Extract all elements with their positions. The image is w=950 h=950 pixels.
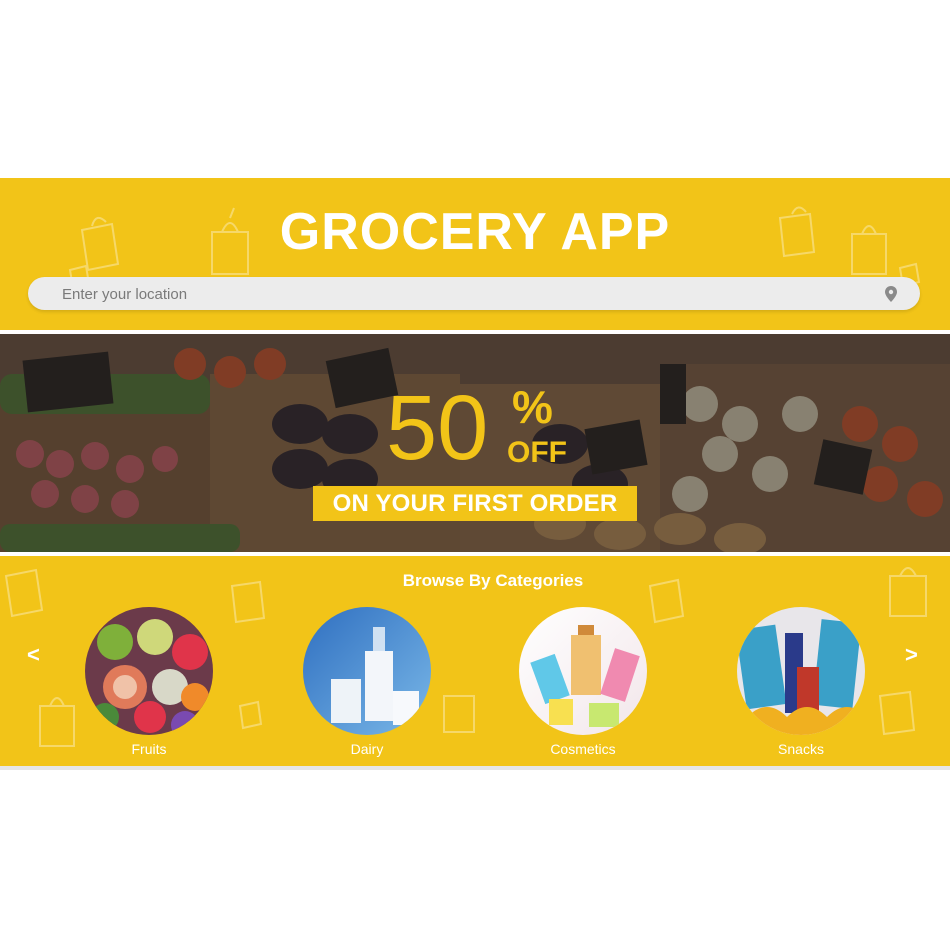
- location-input[interactable]: [60, 277, 864, 312]
- category-snacks[interactable]: Snacks: [736, 607, 866, 757]
- category-label-cosmetics: Cosmetics: [550, 741, 616, 757]
- categories-title: Browse By Categories: [402, 571, 584, 590]
- prev-arrow-button[interactable]: <: [27, 642, 40, 668]
- snacks-image: [737, 607, 865, 735]
- section-divider: [0, 766, 950, 770]
- dairy-image: [303, 607, 431, 735]
- location-search-bar[interactable]: [28, 277, 920, 312]
- categories-section: Browse By Categories < > Fruits Dairy Co…: [0, 556, 950, 766]
- cosmetics-image: [519, 607, 647, 735]
- category-label-dairy: Dairy: [350, 741, 384, 757]
- category-dairy[interactable]: Dairy: [302, 607, 432, 757]
- discount-off-label: OFF: [507, 436, 567, 469]
- fruits-image: [85, 607, 213, 735]
- category-label-fruits: Fruits: [131, 741, 167, 757]
- promo-banner[interactable]: 50 % OFF ON YOUR FIRST ORDER: [0, 334, 950, 552]
- location-pin-icon[interactable]: [884, 286, 898, 302]
- next-arrow-button[interactable]: >: [905, 642, 918, 668]
- app-header: GROCERY APP: [0, 178, 950, 330]
- promo-tagline: ON YOUR FIRST ORDER: [313, 486, 637, 521]
- discount-number: 50: [386, 377, 489, 479]
- category-label-snacks: Snacks: [778, 741, 824, 757]
- grocery-app: GROCERY APP Enter your location 50 % OFF…: [0, 178, 950, 770]
- app-title: GROCERY APP: [279, 203, 671, 261]
- category-fruits[interactable]: Fruits: [84, 607, 214, 757]
- discount-percent-sign: %: [512, 381, 553, 433]
- category-cosmetics[interactable]: Cosmetics: [518, 607, 648, 757]
